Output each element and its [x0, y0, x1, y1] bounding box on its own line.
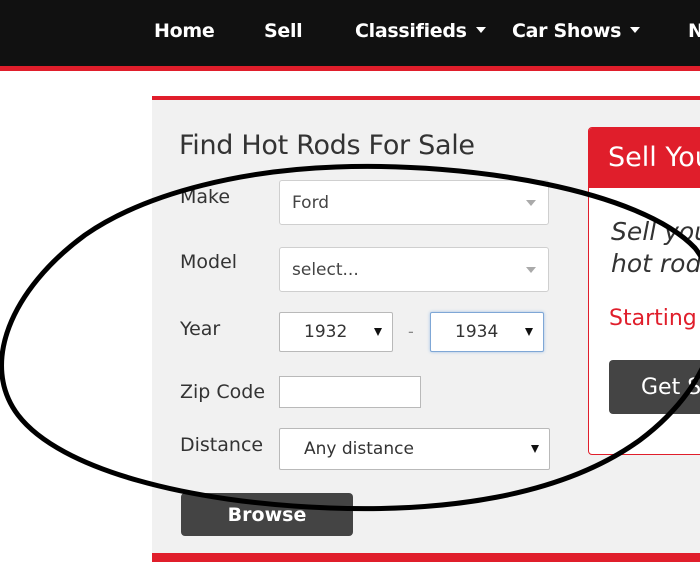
- nav-classifieds[interactable]: Classifieds: [355, 20, 486, 42]
- chevron-down-icon: [630, 26, 641, 33]
- dropdown-arrow-icon: [526, 199, 536, 206]
- dropdown-arrow-icon: [525, 328, 533, 336]
- get-started-button[interactable]: Get S: [609, 360, 700, 414]
- make-select[interactable]: Ford: [279, 180, 549, 225]
- year-to-select[interactable]: 1934: [430, 312, 544, 352]
- sell-card-description-line2: hot rod: [611, 249, 700, 278]
- panel-accent-border: [152, 553, 700, 562]
- browse-button[interactable]: Browse: [181, 493, 353, 536]
- model-select[interactable]: select...: [279, 247, 549, 292]
- nav-classifieds-label: Classifieds: [355, 20, 467, 42]
- nav-item-partial[interactable]: N: [688, 20, 700, 42]
- sell-card-description: Sell you hot rod: [611, 216, 700, 280]
- year-separator: -: [408, 322, 414, 341]
- year-to-value: 1934: [455, 322, 499, 342]
- year-from-select[interactable]: 1932: [279, 312, 393, 352]
- make-label: Make: [180, 186, 231, 208]
- model-label: Model: [180, 251, 238, 273]
- distance-label: Distance: [180, 434, 264, 456]
- zip-code-input[interactable]: [279, 376, 421, 408]
- zip-code-label: Zip Code: [180, 381, 266, 403]
- sell-card-price: Starting a: [609, 306, 700, 331]
- distance-select-value: Any distance: [304, 439, 414, 459]
- sell-card-description-line1: Sell you: [611, 217, 700, 246]
- dropdown-arrow-icon: [526, 266, 536, 273]
- page: Home Sell Classifieds Car Shows N Find H…: [0, 0, 700, 562]
- top-nav: Home Sell Classifieds Car Shows N: [0, 0, 700, 66]
- sell-card-title: Sell You: [608, 142, 700, 173]
- year-label: Year: [180, 318, 221, 340]
- nav-car-shows[interactable]: Car Shows: [512, 20, 641, 42]
- dropdown-arrow-icon: [531, 445, 539, 453]
- sell-card: Sell You Sell you hot rod Starting a Get…: [588, 127, 700, 455]
- dropdown-arrow-icon: [374, 328, 382, 336]
- nav-home[interactable]: Home: [154, 20, 215, 42]
- year-from-value: 1932: [304, 322, 348, 342]
- model-select-value: select...: [292, 259, 359, 280]
- chevron-down-icon: [475, 26, 486, 33]
- make-select-value: Ford: [292, 192, 330, 213]
- nav-sell[interactable]: Sell: [264, 20, 303, 42]
- distance-select[interactable]: Any distance: [279, 428, 550, 470]
- sell-card-header: Sell You: [589, 128, 700, 188]
- nav-accent-border: [0, 66, 700, 71]
- nav-car-shows-label: Car Shows: [512, 20, 622, 42]
- search-panel-title: Find Hot Rods For Sale: [179, 130, 475, 161]
